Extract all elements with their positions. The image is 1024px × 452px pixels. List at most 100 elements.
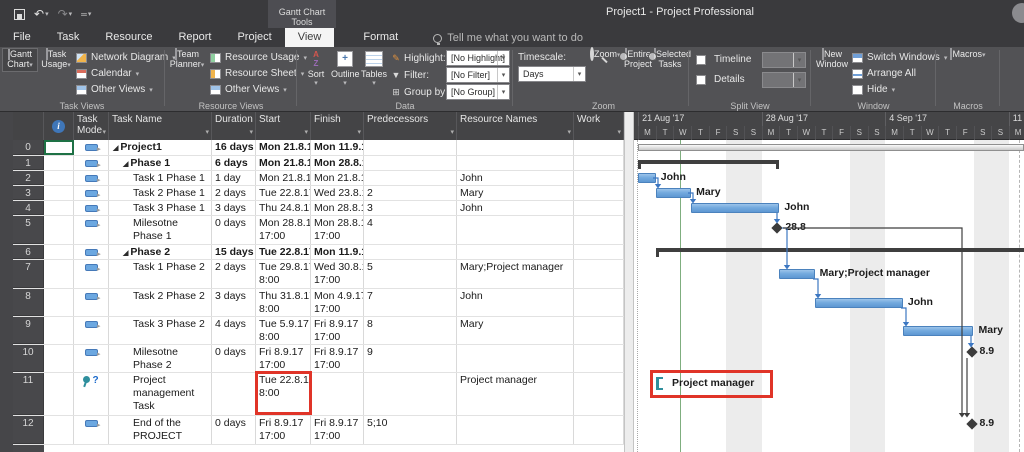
cell-res[interactable] bbox=[457, 416, 574, 444]
cell-start[interactable]: Tue 5.9.178:00 bbox=[256, 317, 311, 344]
cell-num[interactable]: 8 bbox=[13, 289, 44, 316]
cell-num[interactable]: 9 bbox=[13, 317, 44, 344]
summary-bar[interactable] bbox=[656, 248, 1024, 252]
cell-work[interactable] bbox=[574, 216, 624, 244]
cell-work[interactable] bbox=[574, 373, 624, 415]
column-header-duration[interactable]: Duration▾ bbox=[212, 112, 256, 140]
switch-windows-button[interactable]: Switch Windows▾ bbox=[852, 50, 934, 65]
cell-duration[interactable]: 1 day bbox=[212, 171, 256, 185]
cell-start[interactable]: Thu 31.8.178:00 bbox=[256, 289, 311, 316]
cell-start[interactable]: Tue 22.8.17 8 bbox=[256, 186, 311, 200]
task-bar[interactable] bbox=[656, 188, 691, 198]
cell-res[interactable] bbox=[457, 216, 574, 244]
hide-button[interactable]: Hide▾ bbox=[852, 82, 934, 97]
cell-start[interactable]: Mon 21.8.1 bbox=[256, 140, 311, 155]
cell-duration[interactable] bbox=[212, 373, 256, 415]
cell-work[interactable] bbox=[574, 186, 624, 200]
cell-start[interactable]: Thu 24.8.17 8 bbox=[256, 201, 311, 215]
cell-name[interactable]: Task 1 Phase 2 bbox=[109, 260, 212, 288]
new-window-button[interactable]: New Window bbox=[815, 49, 849, 69]
cell-name[interactable]: Task 1 Phase 1 bbox=[109, 171, 212, 185]
resource-usage-button[interactable]: Resource Usage▾ bbox=[210, 50, 296, 65]
cell-pred[interactable]: 5 bbox=[364, 260, 457, 288]
cell-work[interactable] bbox=[574, 156, 624, 170]
cell-num[interactable]: 3 bbox=[13, 186, 44, 200]
calendar-button[interactable]: Calendar▾ bbox=[76, 66, 164, 81]
task-bar[interactable] bbox=[638, 173, 656, 183]
tab-format[interactable]: Format bbox=[350, 28, 411, 47]
cell-name[interactable]: MilesotnePhase 2 bbox=[109, 345, 212, 372]
cell-work[interactable] bbox=[574, 245, 624, 259]
cell-mode[interactable]: ? bbox=[74, 373, 109, 415]
cell-mode[interactable] bbox=[74, 345, 109, 372]
timeline-checkbox[interactable]: Timeline bbox=[696, 52, 760, 67]
cell-duration[interactable]: 16 days bbox=[212, 140, 256, 155]
column-header-res[interactable]: Resource Names▾ bbox=[457, 112, 574, 140]
tab-file[interactable]: File bbox=[0, 28, 44, 47]
cell-start[interactable]: Mon 21.8.17 bbox=[256, 171, 311, 185]
cell-mode[interactable] bbox=[74, 317, 109, 344]
cell-pred[interactable]: 3 bbox=[364, 201, 457, 215]
column-header-mode[interactable]: Task Mode▾ bbox=[74, 112, 109, 140]
cell-name[interactable]: End of thePROJECT bbox=[109, 416, 212, 444]
cell-pred[interactable]: 2 bbox=[364, 186, 457, 200]
cell-start[interactable]: Mon 28.8.1717:00 bbox=[256, 216, 311, 244]
cell-work[interactable] bbox=[574, 416, 624, 444]
cell-finish[interactable]: Mon 4.9.1717:00 bbox=[311, 289, 364, 316]
cell-pred[interactable]: 5;10 bbox=[364, 416, 457, 444]
tab-view[interactable]: View bbox=[285, 28, 335, 47]
cell-info[interactable] bbox=[44, 260, 74, 288]
cell-num[interactable]: 2 bbox=[13, 171, 44, 185]
cell-num[interactable]: 11 bbox=[13, 373, 44, 415]
cell-finish[interactable]: Wed 23.8.17 bbox=[311, 186, 364, 200]
cell-info[interactable] bbox=[44, 289, 74, 316]
cell-work[interactable] bbox=[574, 171, 624, 185]
cell-num[interactable]: 10 bbox=[13, 345, 44, 372]
tell-me-box[interactable]: Tell me what you want to do bbox=[433, 28, 583, 47]
cell-name[interactable]: ◢Phase 1 bbox=[109, 156, 212, 170]
other-views-button[interactable]: Other Views▾ bbox=[76, 82, 164, 97]
cell-name[interactable]: Task 2 Phase 2 bbox=[109, 289, 212, 316]
timescale-select[interactable]: Days ▾ bbox=[518, 66, 586, 82]
cell-mode[interactable] bbox=[74, 289, 109, 316]
gantt-chart-pane[interactable]: 21 Aug '1728 Aug '174 Sep '1711 SSMTWTFS… bbox=[634, 112, 1024, 452]
cell-mode[interactable] bbox=[74, 186, 109, 200]
cell-res[interactable] bbox=[457, 245, 574, 259]
cell-info[interactable] bbox=[44, 245, 74, 259]
cell-name[interactable]: MilesotnePhase 1 bbox=[109, 216, 212, 244]
cell-num[interactable]: 5 bbox=[13, 216, 44, 244]
cell-res[interactable] bbox=[457, 140, 574, 155]
team-planner-button[interactable]: Team Planner▾ bbox=[168, 49, 206, 71]
cell-info[interactable] bbox=[44, 216, 74, 244]
cell-res[interactable] bbox=[457, 345, 574, 372]
cell-duration[interactable]: 0 days bbox=[212, 216, 256, 244]
cell-res[interactable]: John bbox=[457, 289, 574, 316]
selected-tasks-button[interactable]: Selected Tasks bbox=[654, 49, 686, 69]
cell-mode[interactable] bbox=[74, 245, 109, 259]
cell-info[interactable] bbox=[44, 345, 74, 372]
cell-num[interactable]: 6 bbox=[13, 245, 44, 259]
cell-mode[interactable] bbox=[74, 260, 109, 288]
gantt-chart-button[interactable]: Gantt Chart▾ bbox=[3, 49, 37, 71]
cell-start[interactable]: Fri 8.9.1717:00 bbox=[256, 416, 311, 444]
cell-info[interactable] bbox=[44, 201, 74, 215]
network-diagram-button[interactable]: Network Diagram▾ bbox=[76, 50, 164, 65]
task-bar[interactable] bbox=[779, 269, 814, 279]
cell-finish[interactable]: Mon 28.8.1717:00 bbox=[311, 216, 364, 244]
cell-finish[interactable]: Mon 21.8.17 bbox=[311, 171, 364, 185]
other-views-button[interactable]: Other Views▾ bbox=[210, 82, 296, 97]
cell-duration[interactable]: 3 days bbox=[212, 201, 256, 215]
column-header-pred[interactable]: Predecessors▾ bbox=[364, 112, 457, 140]
cell-pred[interactable]: 4 bbox=[364, 216, 457, 244]
tab-project[interactable]: Project bbox=[224, 28, 284, 47]
task-bar[interactable] bbox=[815, 298, 903, 308]
macros-button[interactable]: Macros▾ bbox=[950, 49, 986, 61]
cell-info[interactable] bbox=[44, 186, 74, 200]
save-button[interactable] bbox=[14, 9, 25, 20]
cell-name[interactable]: Task 3 Phase 1 bbox=[109, 201, 212, 215]
cell-name[interactable]: ProjectmanagementTask bbox=[109, 373, 212, 415]
zoom-button[interactable]: Zoom▾ bbox=[590, 49, 620, 61]
cell-work[interactable] bbox=[574, 345, 624, 372]
cell-pred[interactable] bbox=[364, 245, 457, 259]
filter-select[interactable]: [No Filter]▾ bbox=[446, 67, 510, 83]
